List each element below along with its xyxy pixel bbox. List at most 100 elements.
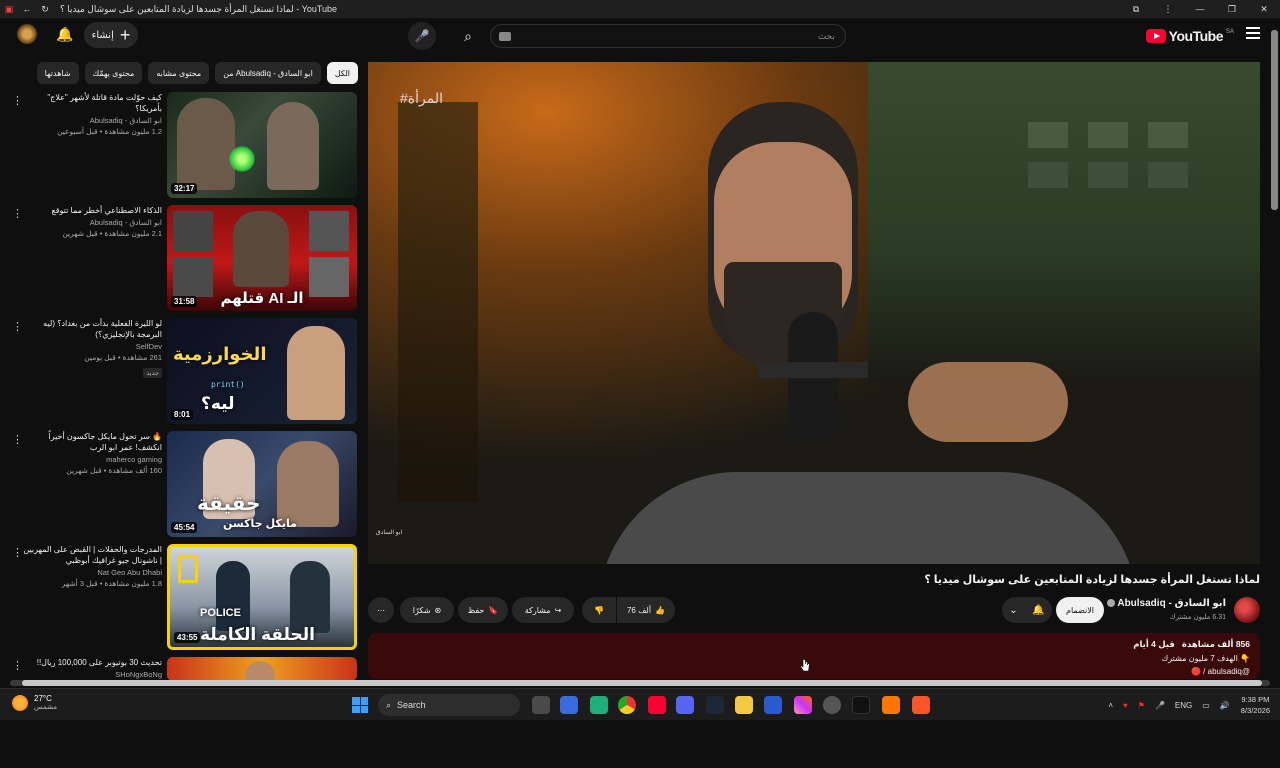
video-thumbnail[interactable]: 32:17 (167, 92, 357, 198)
list-item[interactable]: POLICE الحلقة الكاملة 43:55 ⋮ المدرجات و… (8, 542, 358, 655)
voice-search-mic-icon[interactable]: 🎤 (408, 22, 436, 50)
list-item[interactable]: الخوارزمية print() ليه؟ 8:01 ⋮ لو الليرة… (8, 316, 358, 429)
video-thumbnail[interactable]: الـ AI قتلهم 31:58 (167, 205, 357, 311)
tiktok-icon[interactable] (852, 696, 870, 714)
tray-app-icon-2[interactable]: ⚑ (1138, 701, 1145, 710)
discord-icon[interactable] (676, 696, 694, 714)
search-icon[interactable]: ⌕ (450, 24, 486, 48)
horizontal-scrollbar[interactable] (10, 680, 1270, 686)
blue-app-icon[interactable] (764, 696, 782, 714)
video-player[interactable]: #المرأة ابو السادق (368, 62, 1260, 564)
list-item[interactable]: الـ AI قتلهم 31:58 ⋮ الذكاء الاصطناعي أخ… (8, 203, 358, 316)
video-thumbnail[interactable]: حقيقة مايكل جاكسن 45:54 (167, 431, 357, 537)
share-button[interactable]: مشاركة ↪ (512, 597, 574, 623)
more-actions-button[interactable]: ⋯ (368, 597, 394, 623)
logo-text: YouTube (1168, 28, 1224, 44)
chip-for-you[interactable]: محتوى يهمّك (84, 62, 143, 84)
video-thumbnail[interactable]: POLICE الحلقة الكاملة 43:55 (167, 544, 357, 650)
chip-watched[interactable]: شاهدتها (36, 62, 79, 84)
volume-icon[interactable]: 🔊 (1220, 701, 1230, 710)
channel-name[interactable]: ابو السادق - Abulsadiq (22, 218, 162, 227)
menu-hamburger-icon[interactable] (1246, 27, 1260, 39)
channel-name[interactable]: Nat Geo Abu Dhabi (22, 568, 162, 577)
video-title[interactable]: كيف حوّلت مادة قاتلة لأشهر "علاج" بأمريك… (22, 92, 162, 114)
taskbar-search[interactable]: ⌕ Search (378, 694, 520, 716)
thumbnail-subtext: مايكل جاكسن (223, 518, 297, 530)
file-explorer-icon[interactable] (735, 696, 753, 714)
maximize-icon[interactable]: ❐ (1216, 0, 1248, 18)
tray-app-icon[interactable]: ♥ (1123, 701, 1128, 710)
video-title[interactable]: المدرجات والحفلات | القبض على المهربين |… (22, 544, 162, 566)
video-title[interactable]: تحديث 30 بوتيوبر على 100,000 ريال!! (22, 657, 162, 668)
thumbnail-text: الخوارزمية (173, 344, 267, 364)
description-stats: 856 ألف مشاهدة قبل 4 أيام (1133, 639, 1250, 650)
microphone-icon[interactable]: 🎤 (1155, 701, 1165, 710)
video-thumbnail[interactable] (167, 657, 357, 681)
clock[interactable]: 9:38 PM 8/3/2026 (1241, 694, 1270, 716)
windows-start-icon[interactable] (352, 697, 368, 713)
window-title: لماذا تستغل المرأة جسدها لزيادة المتابعي… (60, 3, 338, 14)
channel-name-main[interactable]: ابو السادق - Abulsadiq (1105, 598, 1226, 609)
horizontal-scrollbar-thumb[interactable] (22, 680, 1262, 686)
join-button[interactable]: الانضمام (1056, 597, 1104, 623)
language-indicator[interactable]: ENG (1175, 701, 1192, 710)
settings-gear-icon[interactable] (823, 696, 841, 714)
thanks-button[interactable]: شكرًا ⊛ (400, 597, 454, 623)
brave-icon[interactable] (912, 696, 930, 714)
soundcloud-icon[interactable] (882, 696, 900, 714)
weather-widget[interactable]: 27°C مشمس (12, 694, 57, 711)
like-button[interactable]: 76 ألف 👍 (617, 597, 675, 623)
more-icon[interactable]: ⋮ (1152, 0, 1184, 18)
extensions-icon[interactable]: ⧉ (1120, 0, 1152, 18)
channel-name[interactable]: SelfDev (22, 342, 162, 351)
close-icon[interactable]: ✕ (1248, 0, 1280, 18)
channel-name[interactable]: maherco gaming (22, 455, 162, 464)
vertical-scrollbar[interactable] (1271, 30, 1278, 210)
monitor-icon[interactable]: ▭ (1202, 701, 1210, 710)
channel-avatar[interactable] (1234, 597, 1260, 623)
description-box[interactable]: 856 ألف مشاهدة قبل 4 أيام 👇 الهدف 7 مليو… (368, 633, 1260, 679)
duration-badge: 8:01 (171, 409, 194, 420)
back-icon[interactable]: ← (18, 0, 36, 18)
video-title[interactable]: الذكاء الاصطناعي أخطر مما تتوقع (22, 205, 162, 216)
video-thumbnail[interactable]: الخوارزمية print() ليه؟ 8:01 (167, 318, 357, 424)
description-line-3[interactable]: @abulsadiq / 🔴 (1191, 667, 1250, 676)
list-item[interactable]: 32:17 ⋮ كيف حوّلت مادة قاتلة لأشهر "علاج… (8, 90, 358, 203)
task-view-icon[interactable] (532, 696, 550, 714)
account-avatar[interactable] (16, 23, 38, 45)
notification-settings-button[interactable]: ⌄ 🔔 (1002, 597, 1052, 623)
green-app-icon[interactable] (590, 696, 608, 714)
notifications-bell-icon[interactable]: 🔔 (56, 26, 73, 43)
list-item[interactable]: حقيقة مايكل جاكسن 45:54 ⋮ 🔥 سر تحول مايك… (8, 429, 358, 542)
instagram-icon[interactable] (794, 696, 812, 714)
youtube-play-icon (1145, 29, 1166, 43)
duration-badge: 31:58 (171, 296, 198, 307)
video-watermark: ابو السادق (376, 530, 403, 536)
reload-icon[interactable]: ↻ (36, 0, 54, 18)
save-button[interactable]: حفظ 🔖 (458, 597, 508, 623)
keyboard-icon[interactable] (499, 32, 511, 41)
share-label: مشاركة (524, 605, 551, 615)
video-title-main: لماذا تستغل المرأة جسدها لزيادة المتابعي… (924, 574, 1260, 586)
dislike-button[interactable]: 👎 (582, 597, 616, 623)
channel-name[interactable]: ابو السادق - Abulsadiq (22, 116, 162, 125)
youtube-app-icon[interactable] (648, 696, 666, 714)
search-input[interactable]: بحث (490, 24, 846, 48)
minimize-icon[interactable]: — (1184, 0, 1216, 18)
youtube-logo[interactable]: YouTube SA (1145, 28, 1234, 44)
video-title[interactable]: لو الليرة الفعلية بدأت من بغداد؟ (ليه ال… (22, 318, 162, 340)
chevron-up-icon[interactable]: ˄ (1108, 701, 1113, 710)
chrome-icon[interactable] (618, 696, 636, 714)
app-icon: ▣ (4, 3, 14, 14)
chip-all[interactable]: الكل (326, 62, 358, 84)
chip-from-channel[interactable]: من Abulsadiq - ابو السادق (215, 62, 321, 84)
channel-name[interactable]: SHoNgxBoNg (22, 670, 162, 679)
clock-time: 9:38 PM (1241, 695, 1270, 704)
store-icon[interactable] (560, 696, 578, 714)
chip-related[interactable]: محتوى مشابه (148, 62, 210, 84)
logo-country-code: SA (1225, 29, 1234, 35)
clock-date: 8/3/2026 (1240, 706, 1270, 715)
create-button[interactable]: إنشاء + (84, 22, 138, 48)
video-title[interactable]: 🔥 سر تحول مايكل جاكسون أخيراً انكشف! عمر… (22, 431, 162, 453)
steam-icon[interactable] (706, 696, 724, 714)
